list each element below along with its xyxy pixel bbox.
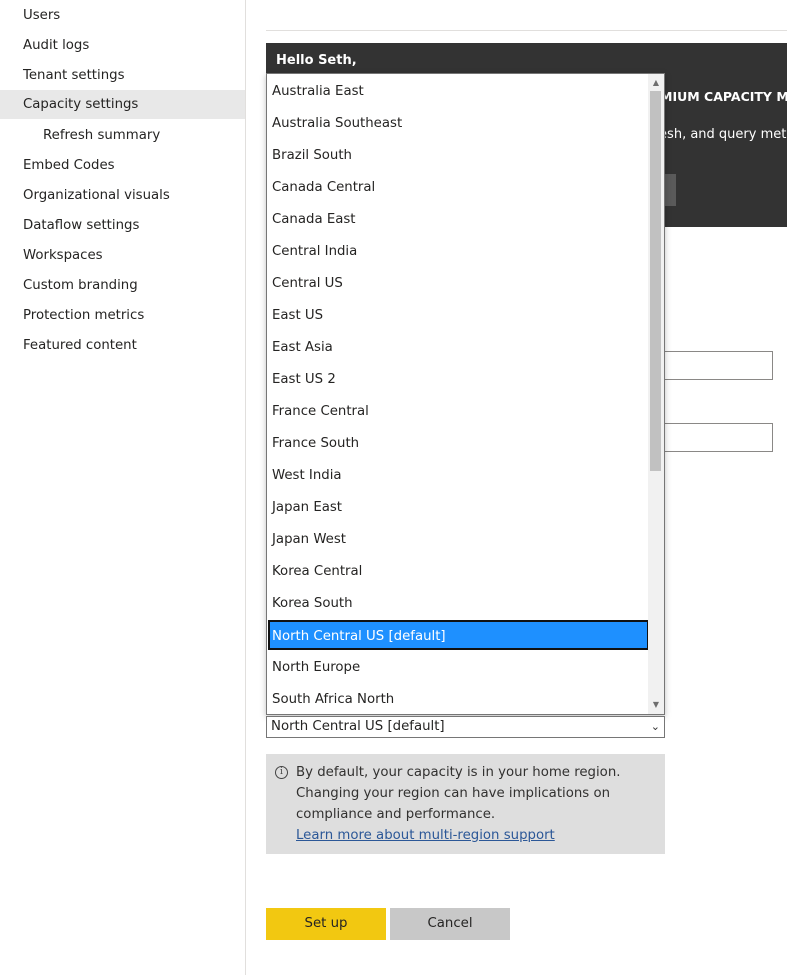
region-option[interactable]: Brazil South [268,140,649,172]
sidebar-item-label: Dataflow settings [23,218,140,233]
sidebar-item-label: Organizational visuals [23,188,170,203]
region-option[interactable]: Japan West [268,524,649,556]
region-option[interactable]: East US 2 [268,364,649,396]
option-label: France Central [272,404,369,419]
sidebar-item-tenant-settings[interactable]: Tenant settings [0,61,245,90]
option-label: East US 2 [272,372,336,387]
option-label: East Asia [272,340,333,355]
info-text-line: Changing your region can have implicatio… [296,786,611,801]
info-text-line: By default, your capacity is in your hom… [296,765,621,780]
option-label: North Central US [default] [272,629,446,644]
sidebar-item-label: Users [23,8,61,23]
chevron-down-icon: ⌄ [650,720,660,733]
capacity-name-input[interactable] [660,351,773,380]
option-label: West India [272,468,342,483]
sidebar-item-dataflow-settings[interactable]: Dataflow settings [0,211,245,240]
option-label: Canada Central [272,180,376,195]
sidebar-item-custom-branding[interactable]: Custom branding [0,271,245,300]
region-option[interactable]: Central US [268,268,649,300]
region-option[interactable]: Central India [268,236,649,268]
option-label: Japan East [272,500,343,515]
multi-region-support-link[interactable]: Learn more about multi-region support [296,827,555,845]
banner-heading: MIUM CAPACITY ME [660,89,787,104]
setup-button[interactable]: Set up [266,908,386,940]
region-dropdown-list[interactable]: Australia East Australia Southeast Brazi… [266,73,665,715]
option-label: South Africa North [272,692,395,707]
option-label: Korea Central [272,564,363,579]
region-option[interactable]: Korea Central [268,556,649,588]
option-label: Australia East [272,84,364,99]
region-option[interactable]: Japan East [268,492,649,524]
cancel-button[interactable]: Cancel [390,908,510,940]
region-option[interactable]: Canada East [268,204,649,236]
option-label: Brazil South [272,148,352,163]
scroll-down-arrow-icon[interactable]: ▼ [651,699,661,711]
region-option-selected[interactable]: North Central US [default] [268,620,649,650]
info-text-line: compliance and performance. [296,807,496,822]
scrollbar-thumb[interactable] [650,91,661,471]
option-label: France South [272,436,360,451]
region-option[interactable]: Canada Central [268,172,649,204]
option-label: East US [272,308,324,323]
sidebar-item-label: Workspaces [23,248,103,263]
region-select[interactable]: North Central US [default] ⌄ [266,716,665,738]
option-label: North Europe [272,660,361,675]
info-icon: i [275,766,288,779]
sidebar-item-organizational-visuals[interactable]: Organizational visuals [0,181,245,210]
sidebar-item-label: Protection metrics [23,308,145,323]
region-option[interactable]: France Central [268,396,649,428]
sidebar-item-label: Capacity settings [23,97,139,112]
option-label: Central India [272,244,358,259]
sidebar-item-label: Audit logs [23,38,90,53]
sidebar-item-protection-metrics[interactable]: Protection metrics [0,301,245,330]
sidebar-item-label: Tenant settings [23,68,125,83]
option-label: Australia Southeast [272,116,403,131]
region-option[interactable]: East Asia [268,332,649,364]
sidebar-item-label: Embed Codes [23,158,115,173]
capacity-admin-input[interactable] [660,423,773,452]
region-option[interactable]: West India [268,460,649,492]
sidebar-item-users[interactable]: Users [0,1,245,30]
region-option[interactable]: Australia Southeast [268,108,649,140]
region-info-box: i By default, your capacity is in your h… [266,754,665,854]
region-option[interactable]: Australia East [268,76,649,108]
region-option[interactable]: France South [268,428,649,460]
content-divider [266,30,787,31]
sidebar-item-label: Custom branding [23,278,138,293]
sidebar-item-capacity-settings[interactable]: Capacity settings [0,90,245,119]
option-label: Canada East [272,212,356,227]
sidebar-item-workspaces[interactable]: Workspaces [0,241,245,270]
banner-description: resh, and query metr [654,127,787,142]
region-option[interactable]: East US [268,300,649,332]
banner-greeting: Hello Seth, [276,53,357,68]
admin-sidebar: Users Audit logs Tenant settings Capacit… [0,0,246,975]
sidebar-item-featured-content[interactable]: Featured content [0,331,245,360]
scroll-up-arrow-icon[interactable]: ▲ [651,77,661,89]
sidebar-item-label: Refresh summary [43,128,161,143]
region-option[interactable]: Korea South [268,588,649,620]
option-label: Korea South [272,596,353,611]
region-select-value: North Central US [default] [271,719,445,734]
option-label: Japan West [272,532,347,547]
dropdown-scrollbar[interactable]: ▲ ▼ [648,74,664,714]
sidebar-item-refresh-summary[interactable]: Refresh summary [0,121,245,150]
sidebar-item-label: Featured content [23,338,137,353]
region-option[interactable]: North Europe [268,652,649,684]
sidebar-item-embed-codes[interactable]: Embed Codes [0,151,245,180]
region-option[interactable]: South Africa North [268,684,649,714]
option-label: Central US [272,276,343,291]
sidebar-item-audit-logs[interactable]: Audit logs [0,31,245,60]
